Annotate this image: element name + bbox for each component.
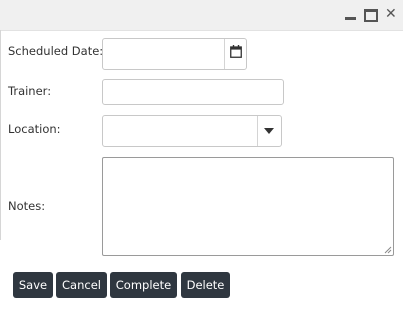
scheduled-date-label: Scheduled Date: [8,44,104,58]
maximize-icon[interactable] [364,6,378,22]
notes-label: Notes: [8,199,46,213]
left-divider [0,30,1,240]
location-select[interactable] [102,115,282,147]
minimize-icon[interactable] [344,6,358,22]
resize-handle-icon[interactable] [384,246,392,254]
notes-textarea[interactable] [102,157,394,256]
close-icon[interactable]: ✕ [385,6,399,22]
scheduled-date-field[interactable] [102,38,247,70]
trainer-label: Trainer: [8,84,52,98]
location-label: Location: [8,122,61,136]
complete-button[interactable]: Complete [110,272,177,298]
window-titlebar: ✕ [0,0,403,31]
trainer-input[interactable] [102,79,284,105]
save-button[interactable]: Save [13,272,53,298]
calendar-icon[interactable] [230,45,242,58]
chevron-down-icon[interactable] [264,128,274,134]
cancel-button[interactable]: Cancel [56,272,107,298]
delete-button[interactable]: Delete [181,272,230,298]
